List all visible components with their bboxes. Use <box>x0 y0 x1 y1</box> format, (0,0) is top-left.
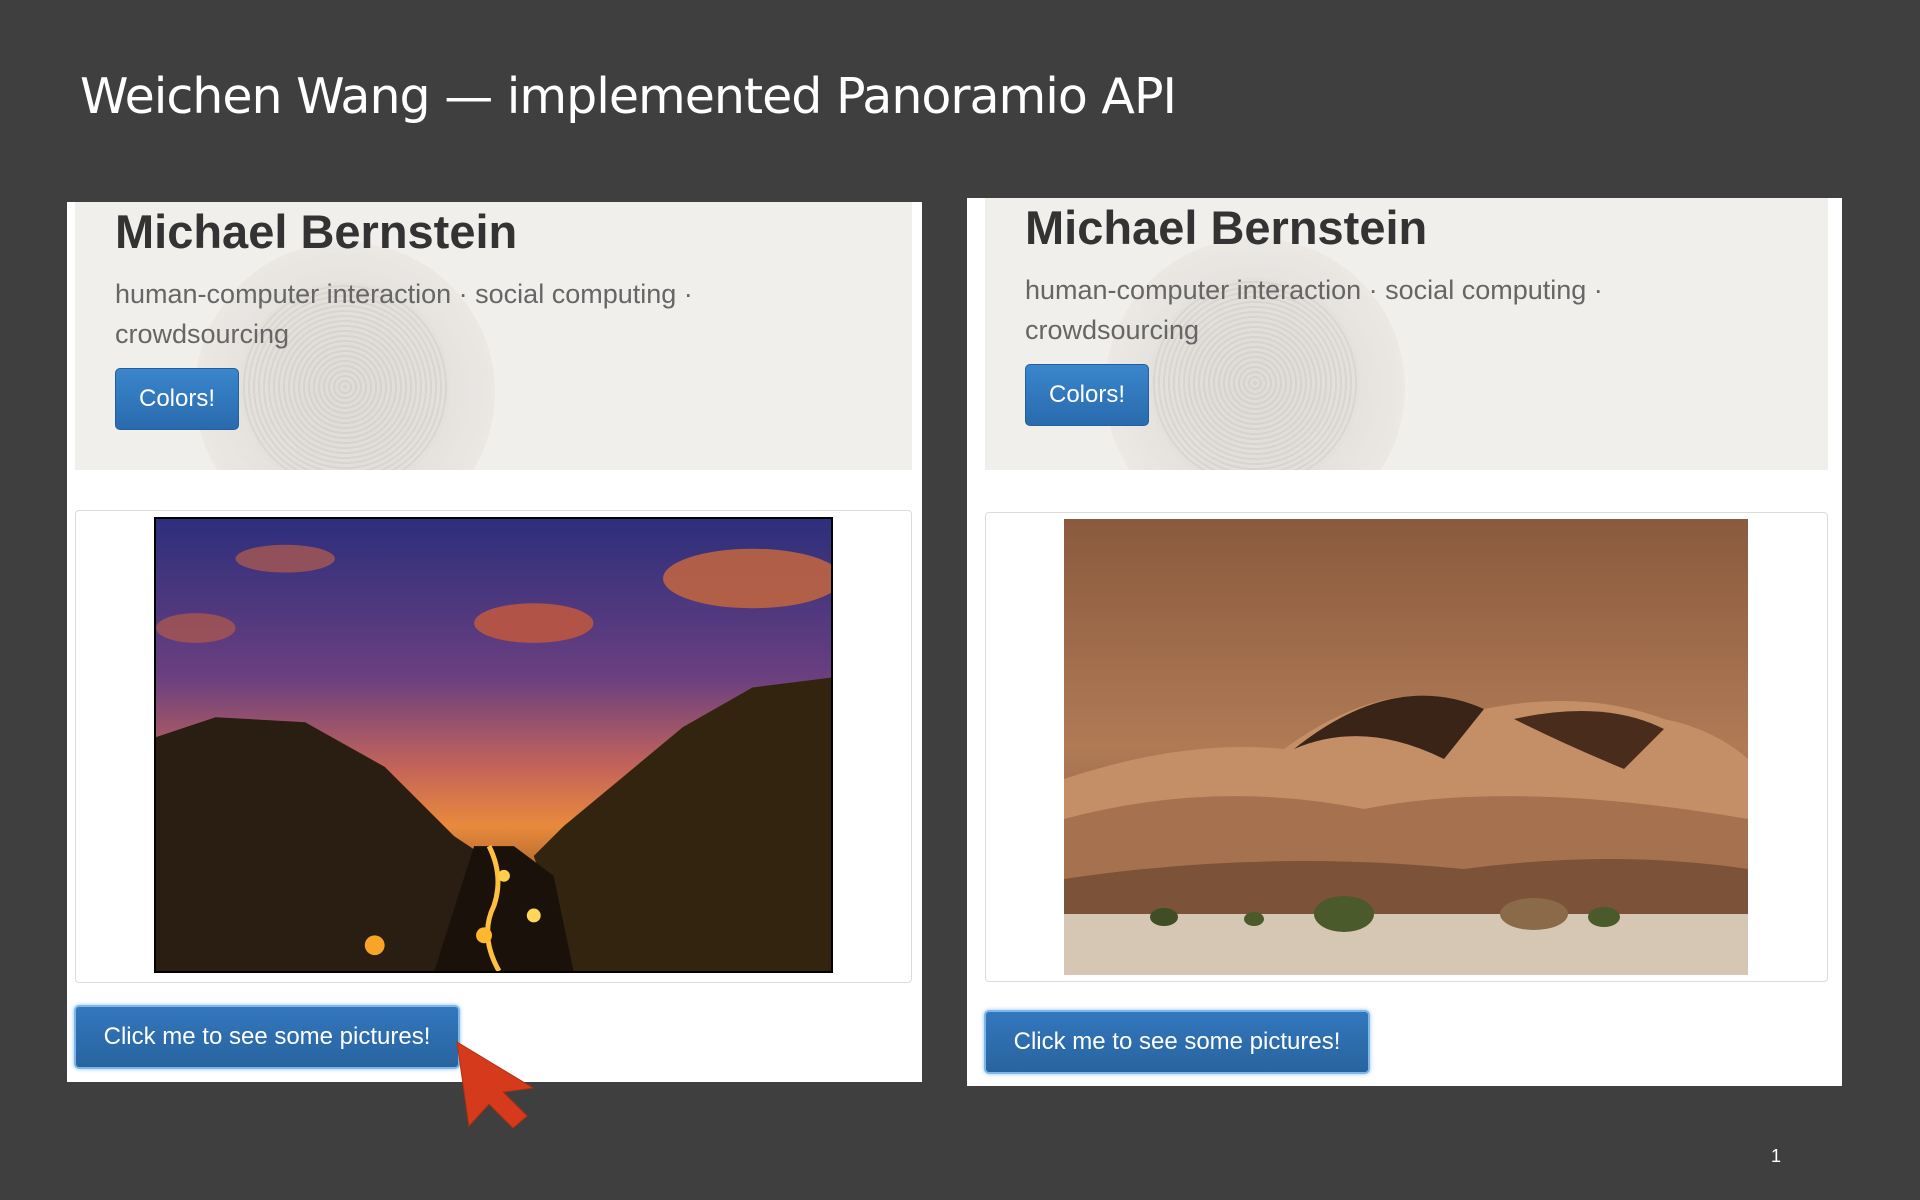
panoramio-photo-desert-dunes <box>1064 519 1748 975</box>
profile-name: Michael Bernstein <box>1025 201 1428 254</box>
profile-name: Michael Bernstein <box>115 205 518 258</box>
screenshot-before: Michael Bernstein human-computer interac… <box>67 202 922 1082</box>
profile-header: Michael Bernstein human-computer interac… <box>985 198 1828 470</box>
profile-header: Michael Bernstein human-computer interac… <box>75 202 912 470</box>
colors-button[interactable]: Colors! <box>1025 364 1149 426</box>
show-pictures-button[interactable]: Click me to see some pictures! <box>984 1010 1370 1074</box>
slide-title: Weichen Wang — implemented Panoramio API <box>80 68 1177 125</box>
page-number: 1 <box>1771 1146 1782 1166</box>
mouse-pointer-icon <box>456 1041 535 1129</box>
colors-button[interactable]: Colors! <box>115 368 239 430</box>
show-pictures-button[interactable]: Click me to see some pictures! <box>74 1005 460 1069</box>
photo-panel <box>985 512 1828 982</box>
photo-panel <box>75 510 912 983</box>
profile-tagline: human-computer interaction · social comp… <box>1025 275 1603 345</box>
screenshot-after: Michael Bernstein human-computer interac… <box>967 198 1842 1086</box>
panoramio-photo-night-valley <box>154 517 833 973</box>
profile-tagline: human-computer interaction · social comp… <box>115 279 693 349</box>
